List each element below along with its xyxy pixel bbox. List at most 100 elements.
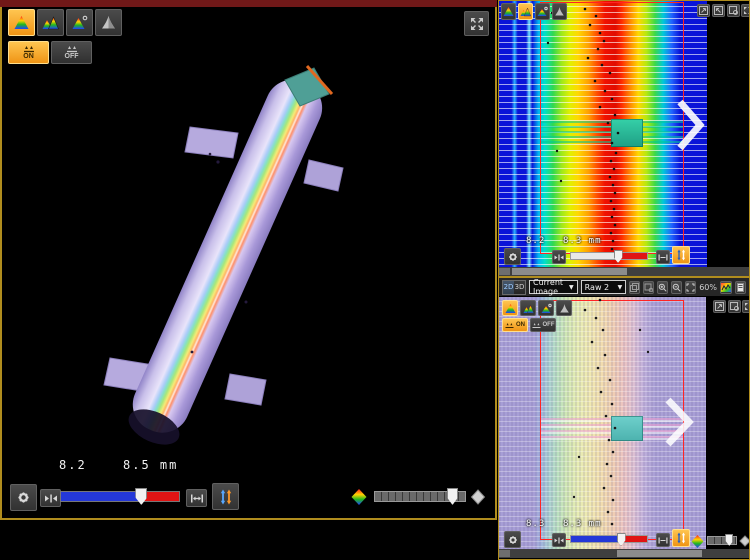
layer-dropdown[interactable]: Raw 2 ▼ <box>581 280 627 294</box>
texture-view-button[interactable] <box>552 3 567 20</box>
cone-icon <box>559 303 570 314</box>
overlay-off-button[interactable]: OFF <box>51 41 92 64</box>
angle-colormap-icon <box>541 303 552 314</box>
fullscreen-button[interactable] <box>464 11 489 36</box>
fit-view-button[interactable] <box>685 281 696 294</box>
view-lock-icon <box>730 302 739 311</box>
pyramid-colormap-icon <box>503 6 514 17</box>
multi-peak-colormap-button[interactable] <box>518 3 533 20</box>
angle-colormap-button[interactable] <box>535 3 550 20</box>
height-colormap-button[interactable] <box>8 9 35 36</box>
zoom-level-label: 60% <box>699 283 717 292</box>
sub-toolbar: 2D 3D Current Image ▼ Raw 2 ▼ 60% <box>499 278 749 297</box>
settings-button[interactable] <box>504 248 521 265</box>
heightmap-image[interactable] <box>499 297 706 549</box>
level-plane-icon <box>532 322 541 329</box>
copy-view-button[interactable] <box>629 281 640 294</box>
scroll-left-button[interactable] <box>499 268 510 275</box>
fullscreen-button[interactable] <box>742 300 750 313</box>
image-source-dropdown[interactable]: Current Image ▼ <box>529 280 578 294</box>
dual-peak-icon <box>520 6 531 17</box>
heightmap-top-panel: 8.2 8.3 mm <box>498 0 750 277</box>
range-collapse-button[interactable] <box>552 533 566 547</box>
view-3d-button[interactable]: 3D <box>514 281 525 294</box>
corner-arrow-icon <box>699 6 708 15</box>
layer-value: Raw 2 <box>585 283 609 292</box>
flange-tab <box>185 127 238 158</box>
height-direction-button[interactable] <box>672 529 690 547</box>
opacity-slider-handle[interactable] <box>725 534 733 546</box>
off-label: OFF <box>65 53 79 60</box>
scan-direction-arrow <box>675 97 707 153</box>
opacity-slider[interactable] <box>707 536 737 545</box>
multi-peak-colormap-button[interactable] <box>37 9 64 36</box>
view-2d-button[interactable]: 2D <box>503 281 514 294</box>
level-plane-icon <box>66 45 78 53</box>
height-range-slider[interactable] <box>570 252 648 260</box>
zoom-out-icon <box>672 283 681 292</box>
opacity-slider[interactable] <box>374 491 466 502</box>
height-min-label: 8.2 <box>59 458 87 472</box>
overlay-on-button[interactable]: ON <box>8 41 49 64</box>
angle-colormap-icon <box>71 14 88 31</box>
settings-button[interactable] <box>504 531 521 548</box>
range-collapse-button[interactable] <box>40 489 61 507</box>
heightmap-image[interactable] <box>499 1 707 267</box>
profile-tool-button[interactable] <box>713 300 726 313</box>
lock-view-button[interactable] <box>727 4 740 17</box>
zoom-in-button[interactable] <box>657 281 668 294</box>
pyramid-colormap-icon <box>13 14 30 31</box>
scrollbar-thumb[interactable] <box>512 268 627 275</box>
height-range-slider[interactable] <box>570 535 648 543</box>
lock-view-button[interactable] <box>728 300 741 313</box>
corner-arrow-icon <box>715 302 724 311</box>
horizontal-scrollbar[interactable] <box>499 549 749 558</box>
texture-view-button[interactable] <box>556 300 572 316</box>
gear-icon <box>15 489 32 506</box>
cone-icon <box>100 14 117 31</box>
settings-button[interactable] <box>10 484 37 511</box>
scroll-left-button[interactable] <box>499 550 510 557</box>
range-collapse-button[interactable] <box>552 250 566 264</box>
height-direction-button[interactable] <box>212 483 239 510</box>
copy-lock-button[interactable] <box>643 281 654 294</box>
range-expand-button[interactable] <box>656 250 670 264</box>
heightmap-bottom-panel: 2D 3D Current Image ▼ Raw 2 ▼ 60% <box>498 277 750 560</box>
multi-peak-colormap-button[interactable] <box>520 300 536 316</box>
measure-tool-button[interactable] <box>712 4 725 17</box>
part-3d-render[interactable] <box>2 2 495 518</box>
expand-horizontal-icon <box>658 253 668 262</box>
angle-colormap-button[interactable] <box>66 9 93 36</box>
height-min-label: 8.3 <box>526 519 545 529</box>
expand-arrows-icon <box>743 6 750 15</box>
profile-tool-button[interactable] <box>697 4 710 17</box>
scan-direction-arrow <box>663 396 697 448</box>
colormap-image-button[interactable] <box>720 281 732 294</box>
zoom-out-button[interactable] <box>671 281 682 294</box>
gear-icon <box>507 251 519 263</box>
colormap-button-row <box>501 3 567 20</box>
range-expand-button[interactable] <box>186 489 207 507</box>
range-expand-button[interactable] <box>656 533 670 547</box>
off-label: OFF <box>543 322 555 328</box>
fullscreen-button[interactable] <box>741 4 750 17</box>
rainbow-diamond-icon <box>350 488 368 506</box>
report-button[interactable] <box>735 281 746 294</box>
texture-view-button[interactable] <box>95 9 122 36</box>
chevron-down-icon: ▼ <box>618 284 623 291</box>
pyramid-colormap-icon <box>505 303 516 314</box>
angle-colormap-button[interactable] <box>538 300 554 316</box>
expand-horizontal-icon <box>190 492 204 505</box>
colormap-button-row <box>502 300 572 316</box>
overlay-off-button[interactable]: OFF <box>530 318 556 332</box>
horizontal-scrollbar[interactable] <box>499 267 749 276</box>
level-plane-icon <box>505 322 514 329</box>
rainbow-diamond-icon <box>690 534 705 549</box>
scrollbar-thumb[interactable] <box>617 550 702 557</box>
collapse-horizontal-icon <box>554 253 564 262</box>
height-range-slider[interactable] <box>60 491 180 502</box>
height-direction-button[interactable] <box>672 246 690 264</box>
overlay-on-button[interactable]: ON <box>502 318 528 332</box>
height-colormap-button[interactable] <box>502 300 518 316</box>
height-colormap-button[interactable] <box>501 3 516 20</box>
